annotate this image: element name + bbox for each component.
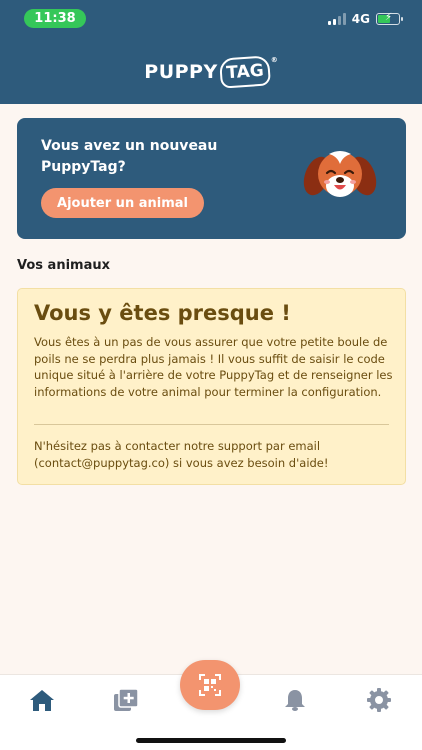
logo-word: PUPPY bbox=[144, 61, 218, 83]
add-pet-icon bbox=[114, 688, 139, 711]
add-animal-button[interactable]: Ajouter un animal bbox=[41, 188, 204, 218]
tab-notifications[interactable] bbox=[280, 687, 310, 713]
notice-title: Vous y êtes presque ! bbox=[34, 301, 291, 325]
notice-divider bbox=[34, 424, 389, 425]
network-label: 4G bbox=[351, 12, 370, 26]
home-icon bbox=[30, 690, 54, 711]
tab-settings[interactable] bbox=[364, 687, 394, 713]
status-time: 11:38 bbox=[24, 9, 86, 28]
logo-tag: TAG bbox=[218, 55, 271, 89]
battery-icon: ⚡ bbox=[376, 12, 403, 25]
gear-icon bbox=[367, 688, 391, 712]
scan-qr-button[interactable] bbox=[180, 660, 240, 710]
tab-add-pet[interactable] bbox=[111, 687, 141, 713]
setup-notice-card: Vous y êtes presque ! Vous êtes à un pas… bbox=[17, 288, 406, 485]
puppytag-logo: PUPPY TAG ® bbox=[0, 54, 422, 90]
signal-icon bbox=[327, 13, 346, 25]
new-puppytag-card: Vous avez un nouveau PuppyTag? Ajouter u… bbox=[17, 118, 406, 239]
notice-support-text: N'hésitez pas à contacter notre support … bbox=[34, 439, 329, 470]
qr-scan-icon bbox=[199, 674, 221, 696]
notice-body: Vous êtes à un pas de vous assurer que v… bbox=[34, 335, 393, 399]
logo-registered-mark: ® bbox=[270, 56, 278, 64]
app-header: 11:38 4G ⚡ PUPPY TAG ® bbox=[0, 0, 422, 104]
bell-icon bbox=[285, 690, 305, 711]
dog-illustration bbox=[303, 151, 377, 197]
tab-home[interactable] bbox=[27, 687, 57, 713]
status-indicators: 4G ⚡ bbox=[327, 11, 403, 27]
your-animals-heading: Vos animaux bbox=[17, 258, 110, 273]
promo-text: Vous avez un nouveau PuppyTag? bbox=[41, 138, 218, 175]
home-indicator bbox=[136, 738, 286, 743]
